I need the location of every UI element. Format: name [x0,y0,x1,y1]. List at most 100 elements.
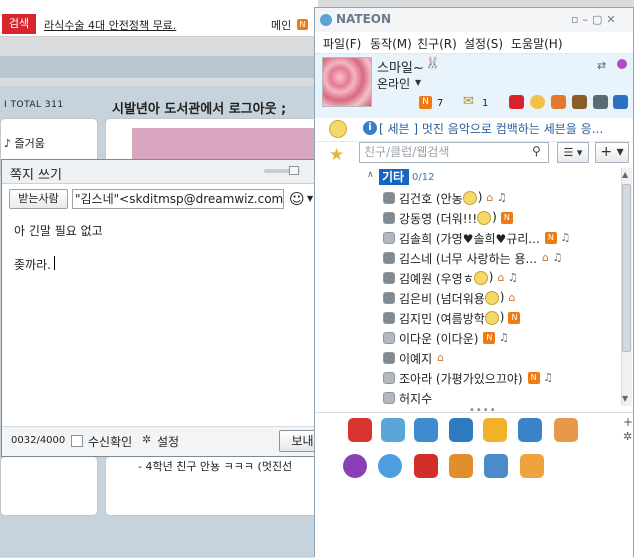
app-cyworld-icon[interactable] [520,454,544,478]
cube-icon[interactable] [509,95,524,109]
new-badge-icon: N [297,19,308,30]
gear-icon[interactable]: ✲ [623,430,632,443]
friend-status-icon [383,192,395,204]
new-badge-icon: N [527,372,540,384]
app-phone-icon[interactable] [449,418,473,442]
friend-row[interactable]: 허지수 [383,389,615,409]
menu-settings[interactable]: 설정(S) [464,35,503,52]
friend-row[interactable]: 김솔희 (가영♥솔희♥규리... N ♫ [383,229,615,249]
chevron-up-icon[interactable]: ∧ [367,170,374,180]
menu-friends[interactable]: 친구(R) [417,35,457,52]
menu-file[interactable]: 파일(F) [323,35,361,52]
friend-badges: N ♫ [483,331,509,344]
friend-badges: ⌂ [437,351,444,364]
paw-icon[interactable] [572,95,587,109]
window-controls[interactable]: ▫–▢✕ [571,13,620,26]
music-icon: ♫ [507,271,518,284]
add-app-icon[interactable]: + [623,415,633,429]
scroll-up-icon[interactable]: ▲ [622,170,628,179]
list-view-button[interactable]: ☰ ▾ [557,142,589,163]
app-mini-home-icon[interactable] [348,418,372,442]
menu-action[interactable]: 동작(M) [370,35,412,52]
opacity-slider-handle[interactable] [289,166,299,175]
buddy-request-icon[interactable]: ✉ [463,94,474,109]
recipient-field[interactable]: "김스네"<skditmsp@dreamwiz.com>; [72,189,284,209]
friend-badges: N [500,211,513,224]
friend-badges: ⌂ [508,291,515,304]
avatar[interactable] [322,57,372,107]
chevron-down-icon[interactable]: ▼ [307,194,313,203]
nateon-window: NATEON ▫–▢✕ 파일(F) 동작(M) 친구(R) 설정(S) 도움말(… [314,7,634,558]
friend-row[interactable]: 조아라 (가평가있으끄야) N ♫ [383,369,615,389]
app-search-icon[interactable] [414,454,438,478]
friend-row[interactable]: 김건호 (안농) ⌂ ♫ [383,189,615,209]
search-icon[interactable]: ⚲ [532,144,541,158]
friend-row[interactable]: 강동영 (더워!!!) N [383,209,615,229]
status-select[interactable]: 온라인 [377,75,410,92]
app-video-icon[interactable] [554,418,578,442]
chevron-down-icon[interactable]: ▼ [415,78,421,87]
friend-name: 허지수 [399,392,433,406]
nickname[interactable]: 스마일~ [377,57,424,76]
music-icon[interactable] [593,95,608,109]
emoticon-icon [477,211,492,225]
group-name[interactable]: 기타 [379,169,409,185]
friend-status-icon [383,272,395,284]
home-icon[interactable] [551,95,566,109]
app-mail-icon[interactable] [381,418,405,442]
ticker-message[interactable]: [ 세븐 ] 멋진 음악으로 컴백하는 세븐을 응... [379,120,629,137]
new-badge-icon: N [500,212,513,224]
home-icon: ⌂ [508,291,516,304]
scroll-down-icon[interactable]: ▼ [622,394,628,403]
save-icon[interactable] [613,95,628,109]
friend-status-icon [383,312,395,324]
gear-icon[interactable]: ✲ [142,433,151,446]
app-play-icon[interactable] [378,454,402,478]
nateon-logo: NATEON [336,12,392,26]
friend-row[interactable]: 김은비 (넘더워용) ⌂ [383,289,615,309]
emoticon-icon [484,311,499,325]
receipt-checkbox[interactable] [71,435,83,447]
status-orb-icon[interactable] [617,59,627,69]
emoticon-icon[interactable]: ☺ [289,190,305,208]
friend-row[interactable]: 이예지 ⌂ [383,349,615,369]
app-remote-icon[interactable] [518,418,542,442]
star-icon[interactable]: ★ [329,145,344,165]
friend-row[interactable]: 김예원 (우영ㅎ) ⌂ ♫ [383,269,615,289]
app-sms-icon[interactable] [414,418,438,442]
music-icon: ♫ [552,251,563,264]
menu-help[interactable]: 도움말(H) [511,35,563,52]
memo-body[interactable] [8,216,346,424]
scrollbar-thumb[interactable] [622,184,631,352]
emoticon-icon[interactable] [329,120,347,138]
post-title: 시발년아 도서관에서 로그아웃 ; [112,102,287,117]
search-input[interactable]: 친구/클럽/웹검색 [359,142,549,163]
smiley-icon[interactable] [530,95,545,109]
add-friend-button[interactable]: + ▾ [595,142,629,163]
browser-search-button[interactable]: 검색 [2,14,36,34]
friend-badges: ⌂ ♫ [542,251,562,264]
app-file-icon[interactable] [484,454,508,478]
favorites-dropdown[interactable]: ♪ 즐거움 [4,135,45,151]
home-icon: ⌂ [437,351,445,364]
app-character-icon[interactable] [343,454,367,478]
friend-row[interactable]: 이다운 (이다운) N ♫ [383,329,615,349]
new-badge-icon: N [544,232,557,244]
friend-status-icon [383,372,395,384]
friend-row[interactable]: 김지민 (여름방학) N [383,309,615,329]
new-message-icon[interactable]: N [419,96,432,109]
settings-link[interactable]: 설정 [157,433,179,450]
app-memo-icon[interactable] [483,418,507,442]
new-message-count: 7 [437,98,444,109]
app-game-icon[interactable] [449,454,473,478]
home-icon: ⌂ [497,271,508,284]
friend-row[interactable]: 김스네 (너무 사랑하는 용... ⌂ ♫ [383,249,615,269]
friend-status-icon [383,332,395,344]
browser-news-link[interactable]: 라식수술 4대 안전정책 무료. [44,17,176,33]
browser-main-link[interactable]: 메인 [271,17,291,33]
receipt-label[interactable]: 수신확인 [88,433,132,450]
friend-post-link[interactable]: - 4학년 친구 안뇽 ㅋㅋㅋ (멋진선 [138,458,318,474]
recipient-button[interactable]: 받는사람 [9,189,68,209]
new-badge-icon: N [508,312,521,324]
link-icon[interactable]: ⇄ [597,59,606,72]
